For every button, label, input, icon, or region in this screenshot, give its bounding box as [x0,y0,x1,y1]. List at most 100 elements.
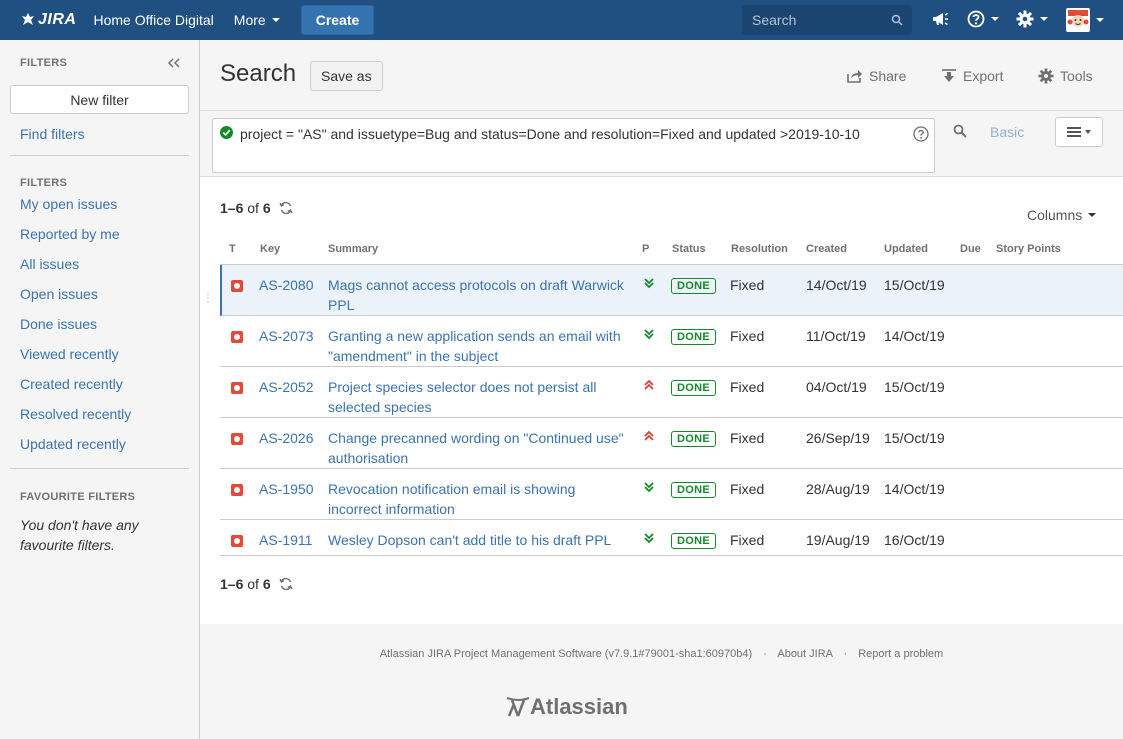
column-header-status[interactable]: Status [672,243,706,255]
search-icon[interactable] [953,124,967,138]
issue-summary-link[interactable]: Wesley Dopson can't add title to his dra… [328,530,648,550]
chevron-down-icon [1088,213,1097,217]
jira-logo[interactable]: JIRA [21,0,76,40]
software-version: Atlassian JIRA Project Management Softwa… [379,648,753,660]
status-badge: DONE [671,278,716,294]
layout-switcher-button[interactable] [1055,117,1103,147]
issue-key-link[interactable]: AS-1950 [259,479,313,499]
refresh-icon[interactable] [278,577,293,591]
bug-icon [231,535,243,547]
table-row[interactable]: AS-1911 Wesley Dopson can't add title to… [220,520,1123,556]
report-problem-link[interactable]: Report a problem [858,648,943,660]
filters-heading: FILTERS [20,177,68,189]
sidebar-resize-handle[interactable]: ⋮ [203,294,213,313]
column-header-created[interactable]: Created [806,243,847,255]
results-of-label: of [247,200,259,216]
sidebar-heading: FILTERS [20,57,68,69]
help-menu[interactable] [967,10,999,28]
new-filter-button[interactable]: New filter [10,85,189,114]
column-header-key[interactable]: Key [260,243,280,255]
filter-updated-recently[interactable]: Updated recently [20,436,126,452]
status-badge: DONE [671,329,716,345]
basic-search-link[interactable]: Basic [990,124,1024,140]
issue-summary-link[interactable]: Mags cannot access protocols on draft Wa… [328,275,633,315]
filter-reported-by-me[interactable]: Reported by me [20,226,120,242]
results-range: 1–6 [220,576,244,592]
save-as-button[interactable]: Save as [310,61,383,91]
bug-icon [231,433,243,445]
about-jira-link[interactable]: About JIRA [777,648,832,660]
results-count: 1–6 of 6 [220,200,293,216]
results-count-bottom: 1–6 of 6 [220,576,293,592]
separator: · [763,648,767,660]
resolution-cell: Fixed [730,430,765,446]
table-row[interactable]: AS-2052 Project species selector does no… [220,367,1123,418]
resolution-cell: Fixed [730,481,765,497]
column-header-type[interactable]: T [229,243,236,255]
issue-summary-link[interactable]: Granting a new application sends an emai… [328,326,633,366]
column-header-story-points[interactable]: Story Points [996,243,1061,255]
updated-cell: 14/Oct/19 [884,328,945,344]
issue-key-link[interactable]: AS-2073 [259,326,313,346]
resolution-cell: Fixed [730,379,765,395]
issue-summary-link[interactable]: Revocation notification email is showing… [328,479,633,519]
table-row[interactable]: AS-2073 Granting a new application sends… [220,316,1123,367]
issue-key-link[interactable]: AS-2052 [259,377,313,397]
status-badge: DONE [671,431,716,447]
tools-label: Tools [1060,68,1093,84]
atlassian-logo[interactable]: Atlassian [506,694,628,720]
share-button[interactable]: Share [847,68,906,84]
refresh-icon[interactable] [278,201,293,215]
issue-summary-link[interactable]: Change precanned wording on "Continued u… [328,428,633,468]
priority-low-icon [644,482,654,493]
filter-all-issues[interactable]: All issues [20,256,79,272]
project-link[interactable]: Home Office Digital [93,0,213,40]
created-cell: 14/Oct/19 [806,277,867,293]
resolution-cell: Fixed [730,532,765,548]
more-menu[interactable]: More [234,0,280,40]
table-row[interactable]: AS-2080 Mags cannot access protocols on … [220,265,1123,316]
table-row[interactable]: AS-2026 Change precanned wording on "Con… [220,418,1123,469]
admin-menu[interactable] [1016,10,1048,28]
filter-my-open-issues[interactable]: My open issues [20,196,117,212]
table-row[interactable]: AS-1950 Revocation notification email is… [220,469,1123,520]
find-filters-link[interactable]: Find filters [20,126,85,142]
logo-text: JIRA [38,11,77,28]
filter-viewed-recently[interactable]: Viewed recently [20,346,119,362]
gear-icon [1038,68,1054,84]
column-header-resolution[interactable]: Resolution [731,243,788,255]
issue-key-link[interactable]: AS-2080 [259,275,313,295]
announcement-icon[interactable] [931,10,949,28]
created-cell: 28/Aug/19 [806,481,870,497]
divider [10,468,189,469]
export-button[interactable]: Export [941,68,1003,84]
column-header-due[interactable]: Due [960,243,981,255]
atlassian-wordmark: Atlassian [530,694,628,719]
issue-summary-link[interactable]: Project species selector does not persis… [328,377,633,417]
column-header-priority[interactable]: P [642,243,649,255]
filter-open-issues[interactable]: Open issues [20,286,98,302]
column-header-summary[interactable]: Summary [328,243,378,255]
filters-sidebar: FILTERS New filter Find filters FILTERS … [0,40,200,739]
updated-cell: 15/Oct/19 [884,277,945,293]
collapse-sidebar-icon[interactable] [167,55,180,71]
syntax-help-icon[interactable] [913,126,929,142]
quick-search-input[interactable]: Search [742,5,912,35]
status-badge: DONE [671,482,716,498]
favourite-filters-heading: FAVOURITE FILTERS [20,491,136,503]
priority-low-icon [644,533,654,544]
jql-query-input[interactable]: project = "AS" and issuetype=Bug and sta… [212,118,935,173]
filter-resolved-recently[interactable]: Resolved recently [20,406,131,422]
issue-key-link[interactable]: AS-2026 [259,428,313,448]
filter-created-recently[interactable]: Created recently [20,376,123,392]
search-placeholder: Search [752,12,797,28]
column-header-updated[interactable]: Updated [884,243,928,255]
create-button[interactable]: Create [300,5,375,35]
user-profile-menu[interactable] [1066,8,1104,32]
filter-done-issues[interactable]: Done issues [20,316,97,332]
chevron-down-icon [1040,17,1048,21]
columns-button[interactable]: Columns [1027,207,1097,223]
tools-button[interactable]: Tools [1038,68,1093,84]
issue-key-link[interactable]: AS-1911 [259,530,312,550]
updated-cell: 14/Oct/19 [884,481,945,497]
